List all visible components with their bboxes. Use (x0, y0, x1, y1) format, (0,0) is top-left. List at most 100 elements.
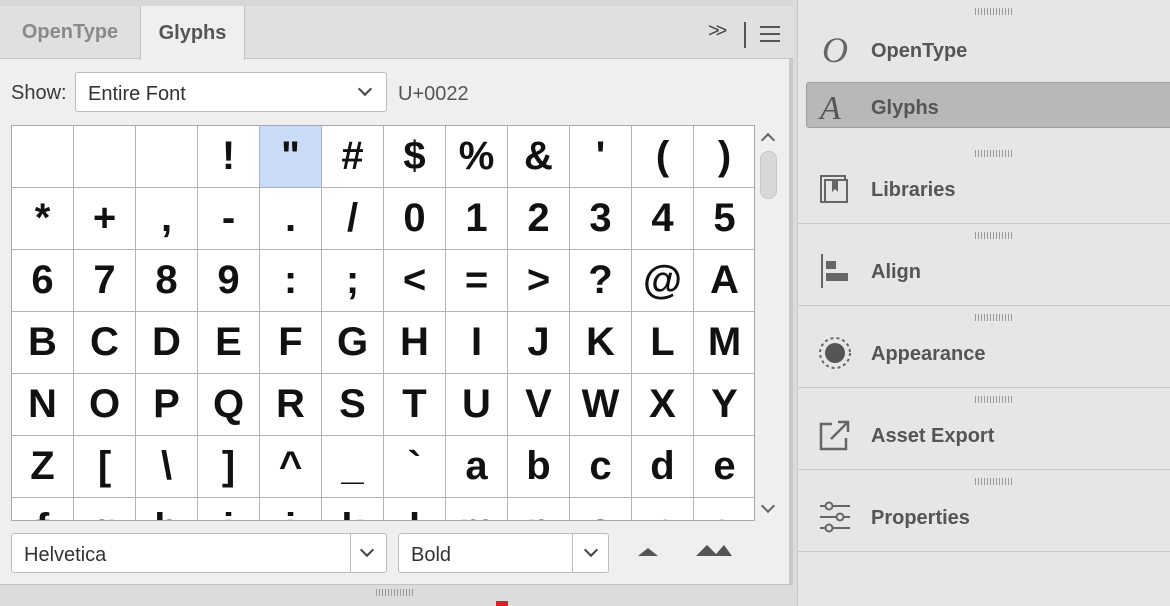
glyph-cell[interactable]: . (260, 188, 322, 250)
glyph-cell[interactable]: ) (694, 126, 754, 188)
glyph-cell[interactable]: > (508, 250, 570, 312)
glyph-cell[interactable]: Z (12, 436, 74, 498)
scrollbar-thumb[interactable] (760, 151, 777, 199)
glyph-cell[interactable]: , (136, 188, 198, 250)
glyph-cell[interactable]: W (570, 374, 632, 436)
glyph-cell[interactable]: p (632, 498, 694, 520)
glyph-cell[interactable]: " (260, 126, 322, 188)
glyph-cell[interactable]: ; (322, 250, 384, 312)
dock-grip[interactable] (975, 150, 1013, 157)
glyph-cell[interactable]: [ (74, 436, 136, 498)
glyph-cell[interactable]: * (12, 188, 74, 250)
glyph-cell[interactable]: V (508, 374, 570, 436)
dock-grip[interactable] (975, 8, 1013, 15)
glyph-cell[interactable]: J (508, 312, 570, 374)
glyph-cell[interactable]: + (74, 188, 136, 250)
glyph-cell[interactable]: : (260, 250, 322, 312)
glyph-cell[interactable]: 8 (136, 250, 198, 312)
glyph-cell[interactable]: M (694, 312, 754, 374)
tab-glyphs[interactable]: Glyphs (140, 6, 245, 60)
dock-item-opentype[interactable]: O OpenType (798, 0, 1170, 82)
glyph-cell[interactable]: c (570, 436, 632, 498)
zoom-in-icon[interactable] (696, 542, 732, 556)
zoom-out-icon[interactable] (638, 548, 658, 556)
panel-menu-icon[interactable] (760, 26, 780, 42)
glyph-cell[interactable]: = (446, 250, 508, 312)
dock-item-align[interactable]: Align (798, 224, 1170, 306)
glyph-cell[interactable]: \ (136, 436, 198, 498)
dock-item-appearance[interactable]: Appearance (798, 306, 1170, 388)
glyph-cell[interactable]: Q (198, 374, 260, 436)
glyph-cell[interactable]: K (570, 312, 632, 374)
glyph-cell[interactable]: _ (322, 436, 384, 498)
dock-item-libraries[interactable]: Libraries (798, 142, 1170, 224)
glyph-cell[interactable]: 2 (508, 188, 570, 250)
glyph-cell[interactable]: 3 (570, 188, 632, 250)
dock-grip[interactable] (975, 314, 1013, 321)
glyph-cell[interactable]: R (260, 374, 322, 436)
glyph-cell[interactable]: ' (570, 126, 632, 188)
glyph-cell[interactable]: q (694, 498, 754, 520)
glyph-cell[interactable]: h (136, 498, 198, 520)
glyph-cell[interactable]: N (12, 374, 74, 436)
glyph-cell[interactable]: o (570, 498, 632, 520)
glyph-cell[interactable]: A (694, 250, 754, 312)
glyph-cell[interactable]: & (508, 126, 570, 188)
glyph-cell[interactable]: # (322, 126, 384, 188)
glyph-cell[interactable]: d (632, 436, 694, 498)
dock-item-glyphs[interactable]: A Glyphs (798, 82, 1170, 142)
glyph-cell[interactable]: l (384, 498, 446, 520)
glyph-cell[interactable]: b (508, 436, 570, 498)
dock-item-properties[interactable]: Properties (798, 470, 1170, 552)
dock-grip[interactable] (975, 478, 1013, 485)
glyph-cell[interactable]: ` (384, 436, 446, 498)
glyph-cell[interactable]: S (322, 374, 384, 436)
glyph-cell[interactable]: 7 (74, 250, 136, 312)
dock-grip[interactable] (975, 396, 1013, 403)
glyph-cell[interactable]: ? (570, 250, 632, 312)
glyph-cell[interactable]: U (446, 374, 508, 436)
glyph-cell[interactable]: 5 (694, 188, 754, 250)
glyph-cell[interactable]: e (694, 436, 754, 498)
font-style-dropdown[interactable]: Bold (398, 533, 609, 573)
glyph-cell[interactable]: I (446, 312, 508, 374)
glyph-cell[interactable]: 0 (384, 188, 446, 250)
scroll-up-icon[interactable] (760, 132, 776, 148)
glyph-cell[interactable]: $ (384, 126, 446, 188)
glyph-cell[interactable]: 9 (198, 250, 260, 312)
glyph-cell[interactable]: D (136, 312, 198, 374)
show-dropdown[interactable]: Entire Font (75, 72, 387, 112)
collapse-panel-button[interactable]: >> (708, 20, 727, 43)
glyph-cell[interactable]: n (508, 498, 570, 520)
glyph-cell[interactable]: B (12, 312, 74, 374)
glyph-cell[interactable]: % (446, 126, 508, 188)
glyph-cell[interactable]: Y (694, 374, 754, 436)
glyph-cell[interactable]: O (74, 374, 136, 436)
glyph-cell[interactable]: f (12, 498, 74, 520)
glyph-cell[interactable]: a (446, 436, 508, 498)
glyph-cell[interactable]: ! (198, 126, 260, 188)
glyph-cell[interactable]: j (260, 498, 322, 520)
glyph-cell[interactable]: ] (198, 436, 260, 498)
glyph-cell[interactable]: T (384, 374, 446, 436)
glyph-cell[interactable]: H (384, 312, 446, 374)
glyph-cell[interactable]: k (322, 498, 384, 520)
glyph-cell[interactable]: L (632, 312, 694, 374)
glyph-cell[interactable]: @ (632, 250, 694, 312)
glyph-cell[interactable]: ^ (260, 436, 322, 498)
glyph-cell[interactable]: 1 (446, 188, 508, 250)
glyph-cell[interactable]: - (198, 188, 260, 250)
glyph-cell[interactable]: / (322, 188, 384, 250)
font-family-dropdown[interactable]: Helvetica (11, 533, 387, 573)
glyph-cell[interactable]: < (384, 250, 446, 312)
glyph-cell[interactable]: ( (632, 126, 694, 188)
dock-grip[interactable] (975, 232, 1013, 239)
glyph-cell[interactable] (74, 126, 136, 188)
glyph-cell[interactable]: g (74, 498, 136, 520)
glyph-cell[interactable]: X (632, 374, 694, 436)
glyph-cell[interactable]: i (198, 498, 260, 520)
glyph-cell[interactable] (136, 126, 198, 188)
glyph-cell[interactable] (12, 126, 74, 188)
glyph-cell[interactable]: P (136, 374, 198, 436)
glyph-cell[interactable]: G (322, 312, 384, 374)
